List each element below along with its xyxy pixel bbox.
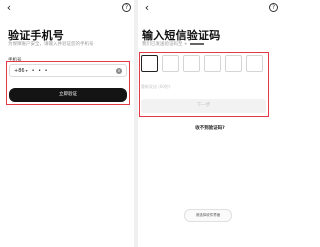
help-icon[interactable]: ? bbox=[269, 3, 278, 12]
help-icon[interactable]: ? bbox=[122, 3, 131, 12]
back-icon[interactable]: ‹ bbox=[141, 2, 153, 14]
country-code-selector[interactable]: +86 bbox=[14, 68, 25, 74]
sms-code-screen: ‹ ? 输入短信验证码 我们已发送验证码至 + 重新发送 (60秒) 下一步 收… bbox=[138, 0, 282, 247]
phone-field[interactable]: +86 ▾ • • • × bbox=[9, 64, 127, 77]
next-step-button[interactable]: 下一步 bbox=[141, 99, 266, 113]
page-subtitle: 为保障账户安全，请输入并验证您的手机号 bbox=[8, 42, 94, 47]
verify-now-button[interactable]: 立即验证 bbox=[9, 88, 127, 102]
subtitle-text: 我们已发送验证码至 + bbox=[142, 42, 188, 47]
code-digit-box[interactable] bbox=[225, 55, 242, 72]
back-icon[interactable]: ‹ bbox=[3, 2, 15, 14]
toast-message: 请选择收件界面 bbox=[184, 209, 232, 222]
code-digit-box[interactable] bbox=[183, 55, 200, 72]
resend-countdown: 重新发送 (60秒) bbox=[141, 84, 171, 89]
code-digit-box[interactable] bbox=[141, 55, 158, 72]
chevron-down-icon: ▾ bbox=[25, 68, 28, 73]
code-digit-box[interactable] bbox=[204, 55, 221, 72]
masked-phone-number bbox=[189, 42, 204, 45]
code-digit-box[interactable] bbox=[162, 55, 179, 72]
phone-verification-screen: ‹ ? 验证手机号 为保障账户安全，请输入并验证您的手机号 手机号 +86 ▾ … bbox=[0, 0, 134, 247]
clear-icon[interactable]: × bbox=[116, 67, 122, 74]
code-input-grid[interactable] bbox=[141, 55, 267, 73]
phone-input[interactable]: • • • bbox=[32, 68, 49, 74]
no-code-link[interactable]: 收不到验证码? bbox=[138, 125, 282, 131]
page-subtitle: 我们已发送验证码至 + bbox=[142, 41, 204, 47]
code-digit-box[interactable] bbox=[246, 55, 263, 72]
